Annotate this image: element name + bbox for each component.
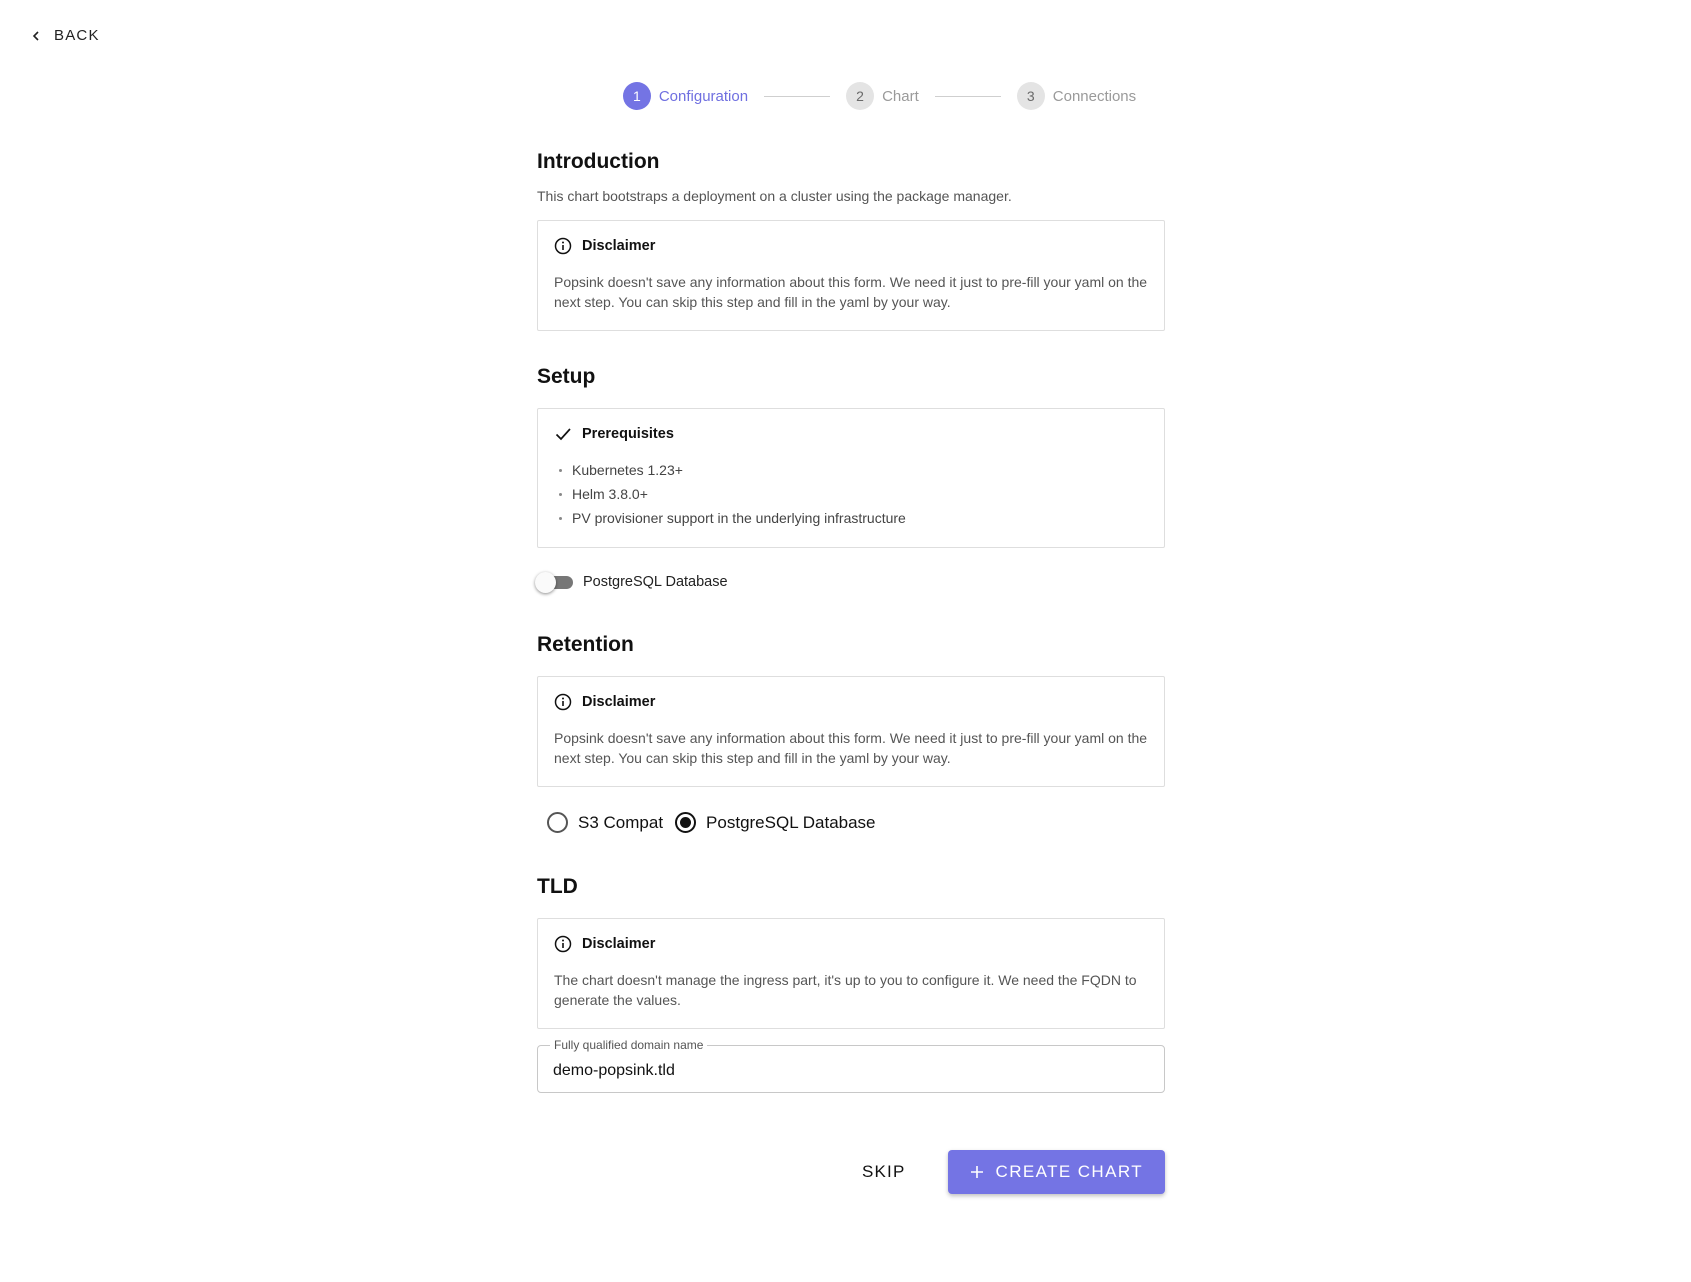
step-configuration[interactable]: 1 Configuration [622, 82, 749, 110]
list-item: PV provisioner support in the underlying… [554, 506, 1148, 530]
prerequisites-title: Prerequisites [582, 426, 674, 442]
list-item: Helm 3.8.0+ [554, 482, 1148, 506]
prerequisites-list: Kubernetes 1.23+ Helm 3.8.0+ PV provisio… [554, 458, 1148, 530]
info-icon [554, 693, 572, 711]
radio-label: PostgreSQL Database [706, 812, 876, 832]
form-actions: SKIP CREATE CHART [850, 1150, 1165, 1194]
step-connections[interactable]: 3 Connections [1016, 82, 1137, 110]
disclaimer-title: Disclaimer [582, 238, 656, 254]
step-label: Configuration [658, 87, 749, 105]
retention-disclaimer: Disclaimer Popsink doesn't save any info… [537, 676, 1165, 787]
list-item: Kubernetes 1.23+ [554, 458, 1148, 482]
disclaimer-text: Popsink doesn't save any information abo… [554, 274, 1148, 310]
fqdn-input[interactable] [538, 1046, 1164, 1092]
check-icon [555, 428, 571, 441]
introduction-text: This chart bootstraps a deployment on a … [537, 188, 1012, 204]
fqdn-field: Fully qualified domain name [537, 1038, 1165, 1093]
tld-title: TLD [537, 875, 578, 898]
step-number: 3 [1016, 82, 1045, 110]
plus-icon [970, 1166, 983, 1178]
create-chart-label: CREATE CHART [995, 1162, 1143, 1181]
radio-unchecked-icon [547, 812, 568, 833]
postgres-toggle-row: PostgreSQL Database [535, 571, 1165, 593]
radio-label: S3 Compat [578, 812, 664, 832]
radio-s3-compat[interactable]: S3 Compat [547, 812, 663, 833]
step-label: Chart [882, 87, 919, 105]
stepper: 1 Configuration 2 Chart 3 Connections [0, 82, 1691, 110]
tld-disclaimer: Disclaimer The chart doesn't manage the … [537, 918, 1165, 1029]
chevron-left-icon [32, 30, 39, 41]
info-icon [554, 935, 572, 953]
disclaimer-text: Popsink doesn't save any information abo… [554, 730, 1148, 766]
step-connector [764, 95, 831, 97]
radio-checked-icon [675, 812, 697, 833]
step-connector [934, 95, 1001, 97]
back-label: BACK [54, 27, 100, 44]
disclaimer-title: Disclaimer [582, 936, 656, 952]
retention-title: Retention [537, 633, 634, 656]
fqdn-field-label: Fully qualified domain name [550, 1038, 708, 1052]
toggle-label: PostgreSQL Database [583, 574, 728, 590]
setup-title: Setup [537, 365, 596, 388]
introduction-title: Introduction [537, 150, 660, 173]
step-number: 2 [846, 82, 875, 110]
info-icon [554, 237, 572, 255]
disclaimer-title: Disclaimer [582, 694, 656, 710]
back-button[interactable]: BACK [30, 27, 100, 44]
step-chart[interactable]: 2 Chart [846, 82, 919, 110]
retention-radio-group: S3 Compat PostgreSQL Database [547, 812, 1165, 833]
introduction-disclaimer: Disclaimer Popsink doesn't save any info… [537, 220, 1165, 331]
step-label: Connections [1052, 87, 1137, 105]
step-number: 1 [622, 82, 651, 110]
config-form: Introduction This chart bootstraps a dep… [535, 150, 1165, 1093]
skip-button[interactable]: SKIP [850, 1154, 918, 1190]
postgres-toggle[interactable] [535, 571, 573, 593]
radio-postgresql-database[interactable]: PostgreSQL Database [675, 812, 876, 833]
disclaimer-text: The chart doesn't manage the ingress par… [554, 972, 1137, 1008]
prerequisites-card: Prerequisites Kubernetes 1.23+ Helm 3.8.… [537, 408, 1165, 548]
create-chart-button[interactable]: CREATE CHART [947, 1150, 1165, 1194]
